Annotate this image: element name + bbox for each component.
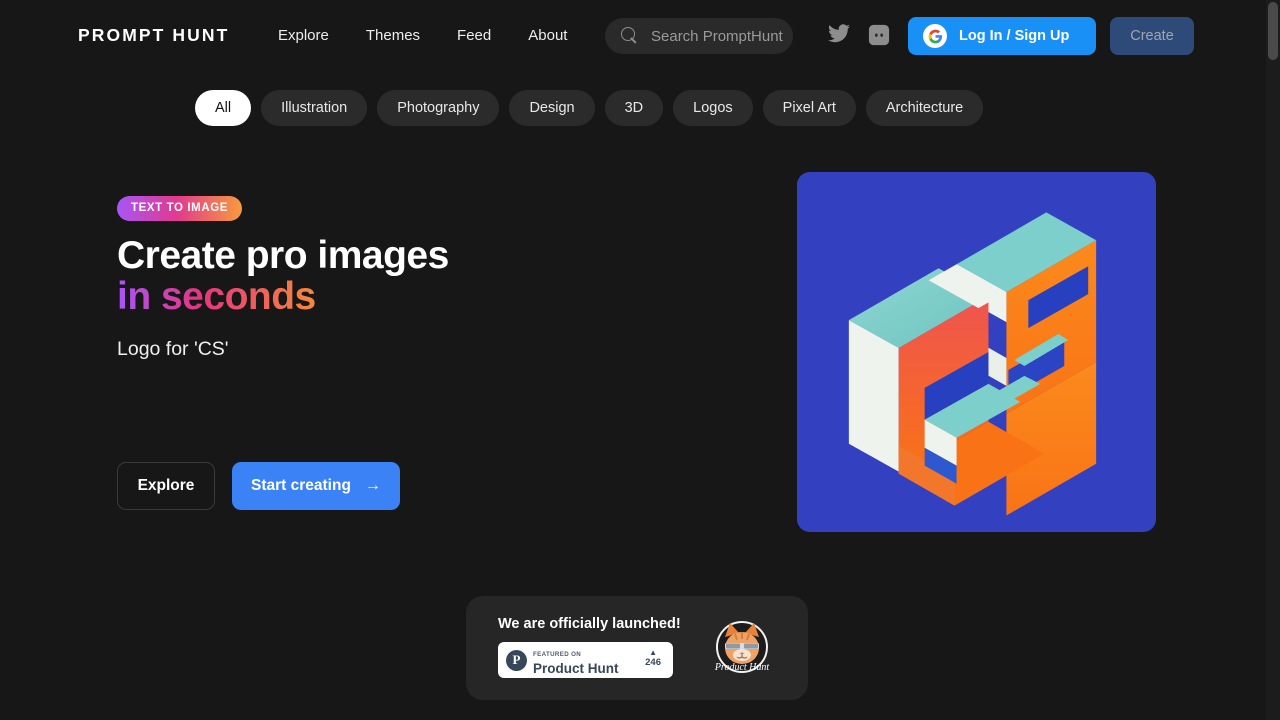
search-icon xyxy=(621,27,639,45)
upvote-caret-icon: ▲ xyxy=(645,648,661,657)
hero-prompt-text: Logo for 'CS' xyxy=(117,336,737,362)
launch-card-title: We are officially launched! xyxy=(498,616,681,632)
category-filter-bar: All Illustration Photography Design 3D L… xyxy=(195,90,983,126)
site-logo[interactable]: PROMPT HUNT xyxy=(78,25,229,46)
cs-logo-illustration xyxy=(797,172,1156,532)
nav-item-feed[interactable]: Feed xyxy=(457,26,491,46)
page-scrollbar[interactable] xyxy=(1266,0,1280,720)
page-title: Create pro images in seconds xyxy=(117,235,737,317)
text-to-image-badge: TEXT TO IMAGE xyxy=(117,196,242,221)
site-header: PROMPT HUNT Explore Themes Feed About xyxy=(0,0,1280,72)
search-input[interactable] xyxy=(651,28,793,45)
create-button[interactable]: Create xyxy=(1110,17,1194,55)
headline-line-2: in seconds xyxy=(117,276,316,317)
nav-item-explore[interactable]: Explore xyxy=(278,26,329,46)
login-signup-button[interactable]: Log In / Sign Up xyxy=(908,17,1096,55)
hero-text-block: TEXT TO IMAGE Create pro images in secon… xyxy=(117,196,737,362)
cat-script-label: Product Hunt xyxy=(714,662,770,673)
hero-generated-image[interactable] xyxy=(797,172,1156,532)
search-box[interactable] xyxy=(605,18,793,54)
category-pill-photography[interactable]: Photography xyxy=(377,90,499,126)
category-pill-3d[interactable]: 3D xyxy=(605,90,664,126)
product-hunt-badge[interactable]: P FEATURED ON Product Hunt ▲ 246 xyxy=(498,642,673,678)
login-signup-label: Log In / Sign Up xyxy=(959,28,1069,44)
nav-item-themes[interactable]: Themes xyxy=(366,26,420,46)
google-icon xyxy=(923,24,947,48)
discord-icon[interactable] xyxy=(868,24,890,46)
category-pill-pixel-art[interactable]: Pixel Art xyxy=(763,90,856,126)
product-hunt-name: Product Hunt xyxy=(533,662,619,676)
upvote-count: 246 xyxy=(645,657,661,668)
featured-on-label: FEATURED ON xyxy=(533,651,581,658)
start-creating-button[interactable]: Start creating → xyxy=(232,462,400,510)
category-pill-architecture[interactable]: Architecture xyxy=(866,90,983,126)
twitter-icon[interactable] xyxy=(828,24,850,43)
product-hunt-cat-logo: Product Hunt xyxy=(711,621,773,679)
explore-button[interactable]: Explore xyxy=(117,462,215,510)
nav-item-about[interactable]: About xyxy=(528,26,567,46)
primary-nav: Explore Themes Feed About xyxy=(278,26,567,46)
category-pill-all[interactable]: All xyxy=(195,90,251,126)
product-hunt-icon: P xyxy=(506,650,527,671)
upvote-counter[interactable]: ▲ 246 xyxy=(645,648,661,668)
hero-cta-row: Explore Start creating → xyxy=(117,462,400,510)
arrow-right-icon: → xyxy=(365,478,381,494)
start-creating-label: Start creating xyxy=(251,477,351,495)
product-hunt-badge-text: FEATURED ON Product Hunt xyxy=(533,644,619,676)
headline-line-1: Create pro images xyxy=(117,234,449,277)
category-pill-design[interactable]: Design xyxy=(509,90,594,126)
category-pill-illustration[interactable]: Illustration xyxy=(261,90,367,126)
scrollbar-thumb[interactable] xyxy=(1268,2,1278,60)
category-pill-logos[interactable]: Logos xyxy=(673,90,753,126)
